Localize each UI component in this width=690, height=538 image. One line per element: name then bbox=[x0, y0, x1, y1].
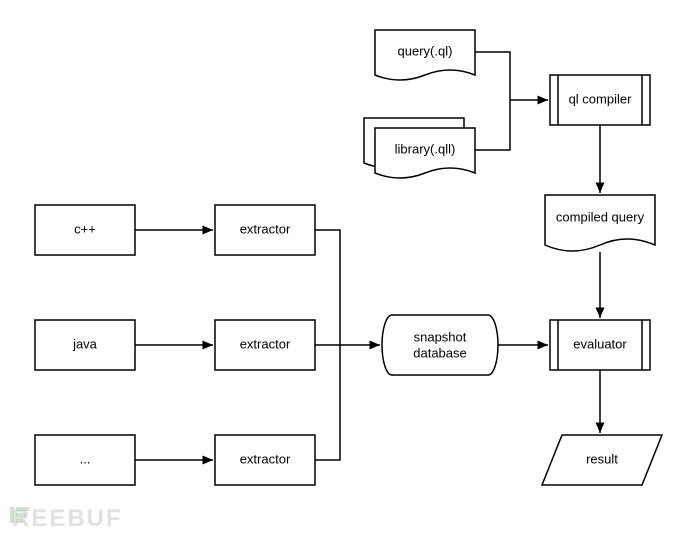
evaluator-label: evaluator bbox=[573, 336, 627, 351]
edge-library-compiler bbox=[475, 100, 510, 150]
result-label: result bbox=[586, 451, 618, 466]
qlcompiler-label: ql compiler bbox=[569, 91, 633, 106]
snapshotdb-label-2: database bbox=[413, 345, 467, 360]
snapshotdb-label-1: snapshot bbox=[414, 329, 467, 344]
java-label: java bbox=[72, 336, 98, 351]
extractor1-label: extractor bbox=[240, 221, 291, 236]
edge-extractor3-merge bbox=[315, 345, 340, 460]
cpp-label: c++ bbox=[74, 221, 96, 236]
extractor2-label: extractor bbox=[240, 336, 291, 351]
compiledquery-label: compiled query bbox=[556, 209, 645, 224]
edge-extractor1-merge bbox=[315, 230, 340, 345]
edge-query-compiler bbox=[475, 52, 548, 100]
libraryqll-label: library(.qll) bbox=[395, 141, 456, 156]
extractor3-label: extractor bbox=[240, 451, 291, 466]
queryql-label: query(.ql) bbox=[398, 43, 453, 58]
watermark: REEBUF bbox=[10, 505, 123, 533]
other-label: ... bbox=[80, 451, 91, 466]
